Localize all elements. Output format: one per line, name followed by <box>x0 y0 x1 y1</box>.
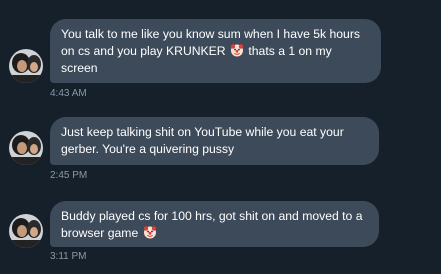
message-text: Buddy played cs for 100 hrs, got shit on… <box>61 209 363 240</box>
clown-face-icon <box>230 43 244 57</box>
avatar[interactable] <box>9 214 43 248</box>
message-timestamp: 3:11 PM <box>50 251 87 262</box>
avatar[interactable] <box>9 49 43 83</box>
message-timestamp: 2:45 PM <box>50 170 88 181</box>
message-timestamp: 4:43 AM <box>50 88 87 99</box>
message-text: Just keep talking shit on YouTube while … <box>61 125 344 156</box>
avatar[interactable] <box>9 131 43 165</box>
message-bubble[interactable]: Just keep talking shit on YouTube while … <box>50 117 379 165</box>
message-bubble[interactable]: Buddy played cs for 100 hrs, got shit on… <box>50 201 379 247</box>
message-thread: You talk to me like you know sum when I … <box>0 0 441 274</box>
clown-face-icon <box>143 225 157 239</box>
message-bubble[interactable]: You talk to me like you know sum when I … <box>50 19 381 83</box>
